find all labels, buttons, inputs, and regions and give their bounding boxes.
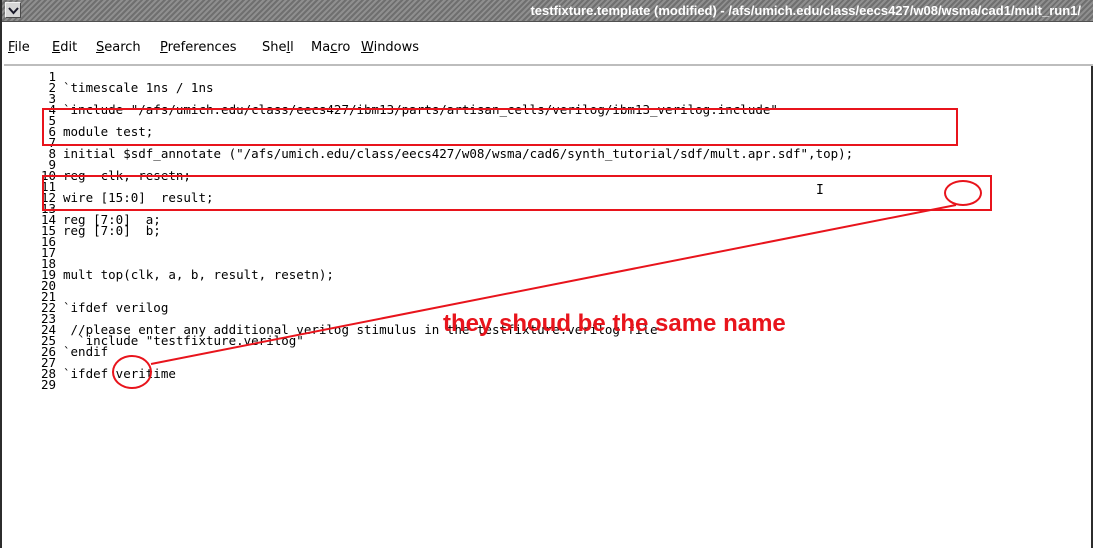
annotation-note: they shoud be the same name: [443, 310, 786, 337]
editor-window: testfixture.template (modified) - /afs/u…: [0, 0, 1093, 548]
connector-line: [150, 204, 957, 365]
i-beam-cursor-icon: I: [816, 183, 824, 198]
